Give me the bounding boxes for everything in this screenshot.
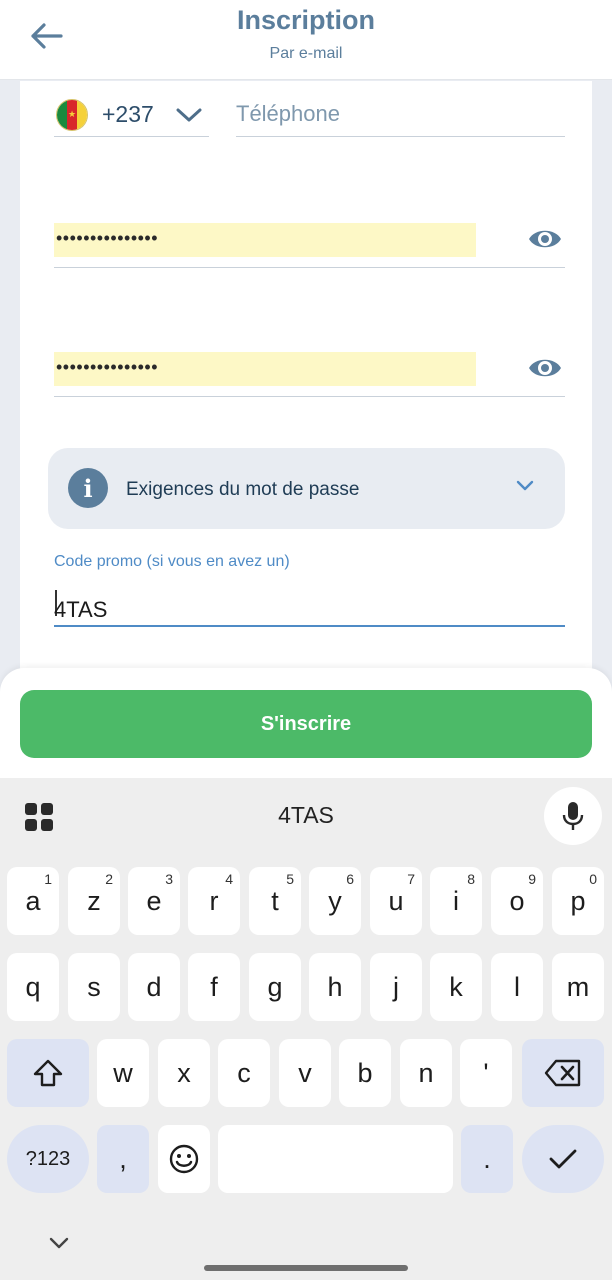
phone-input[interactable]: Téléphone — [236, 93, 565, 137]
key-j[interactable]: j — [370, 953, 422, 1021]
password-value: ••••••••••••••• — [56, 228, 159, 248]
key-m[interactable]: m — [552, 953, 604, 1021]
system-nav-bar — [0, 1222, 612, 1280]
chevron-down-icon — [516, 480, 534, 491]
shift-icon — [33, 1059, 63, 1087]
key-z[interactable]: z2 — [68, 867, 120, 935]
keyboard-toolbar: 4TAS — [0, 778, 612, 856]
key-h[interactable]: h — [309, 953, 361, 1021]
space-key[interactable] — [218, 1125, 453, 1193]
key-s[interactable]: s — [68, 953, 120, 1021]
promo-code-input[interactable]: 4TAS — [54, 581, 565, 627]
key-q[interactable]: q — [7, 953, 59, 1021]
promo-code-label: Code promo (si vous en avez un) — [54, 553, 290, 570]
key-i[interactable]: i8 — [430, 867, 482, 935]
key-x[interactable]: x — [158, 1039, 210, 1107]
period-key[interactable]: . — [461, 1125, 513, 1193]
key-b[interactable]: b — [339, 1039, 391, 1107]
key-f[interactable]: f — [188, 953, 240, 1021]
country-code: +237 — [102, 101, 154, 127]
key-t[interactable]: t5 — [249, 867, 301, 935]
key-a[interactable]: a1 — [7, 867, 59, 935]
backspace-key[interactable] — [522, 1039, 604, 1107]
key-r[interactable]: r4 — [188, 867, 240, 935]
keyboard-suggestion[interactable]: 4TAS — [0, 802, 612, 829]
chevron-down-icon — [176, 108, 202, 121]
key-y[interactable]: y6 — [309, 867, 361, 935]
backspace-icon — [544, 1059, 581, 1087]
country-code-select[interactable]: ★ +237 — [54, 93, 209, 137]
key-c[interactable]: c — [218, 1039, 270, 1107]
key-e[interactable]: e3 — [128, 867, 180, 935]
password-requirements-label: Exigences du mot de passe — [126, 479, 360, 500]
home-handle[interactable] — [204, 1265, 408, 1271]
phone-placeholder: Téléphone — [236, 101, 340, 126]
signup-button[interactable]: S'inscrire — [20, 690, 592, 758]
key-d[interactable]: d — [128, 953, 180, 1021]
enter-key[interactable] — [522, 1125, 604, 1193]
registration-form: ★ +237 Téléphone ••••••••••••••• •••••••… — [20, 81, 592, 701]
password-field[interactable]: ••••••••••••••• — [54, 222, 565, 268]
emoji-key[interactable] — [158, 1125, 210, 1193]
virtual-keyboard: 4TAS a1 z2 e3 r4 t5 y6 u7 i8 o9 p0 q s d… — [0, 778, 612, 1280]
key-apostrophe[interactable]: ' — [460, 1039, 512, 1107]
info-icon: i — [68, 468, 108, 508]
page-title: Inscription — [236, 5, 375, 35]
confirm-password-field[interactable]: ••••••••••••••• — [54, 351, 565, 397]
key-k[interactable]: k — [430, 953, 482, 1021]
comma-key[interactable]: , — [97, 1125, 149, 1193]
check-icon — [549, 1149, 577, 1169]
promo-code-value: 4TAS — [54, 597, 108, 622]
key-l[interactable]: l — [491, 953, 543, 1021]
emoji-icon — [169, 1144, 199, 1174]
key-n[interactable]: n — [400, 1039, 452, 1107]
chevron-down-icon[interactable] — [48, 1236, 70, 1250]
eye-icon[interactable] — [527, 353, 563, 383]
bottom-action-sheet: S'inscrire — [0, 668, 612, 778]
key-u[interactable]: u7 — [370, 867, 422, 935]
microphone-button[interactable] — [544, 787, 602, 845]
numbers-key[interactable]: ?123 — [7, 1125, 89, 1193]
key-w[interactable]: w — [97, 1039, 149, 1107]
confirm-password-value: ••••••••••••••• — [56, 357, 159, 377]
cameroon-flag-icon: ★ — [56, 98, 88, 131]
microphone-icon — [562, 802, 584, 830]
eye-icon[interactable] — [527, 224, 563, 254]
page-subtitle: Par e-mail — [269, 45, 343, 62]
shift-key[interactable] — [7, 1039, 89, 1107]
key-o[interactable]: o9 — [491, 867, 543, 935]
key-g[interactable]: g — [249, 953, 301, 1021]
password-requirements-toggle[interactable]: i Exigences du mot de passe — [48, 448, 565, 529]
app-header: Inscription Par e-mail — [0, 0, 612, 80]
key-p[interactable]: p0 — [552, 867, 604, 935]
key-v[interactable]: v — [279, 1039, 331, 1107]
phone-row: ★ +237 Téléphone — [54, 93, 565, 139]
